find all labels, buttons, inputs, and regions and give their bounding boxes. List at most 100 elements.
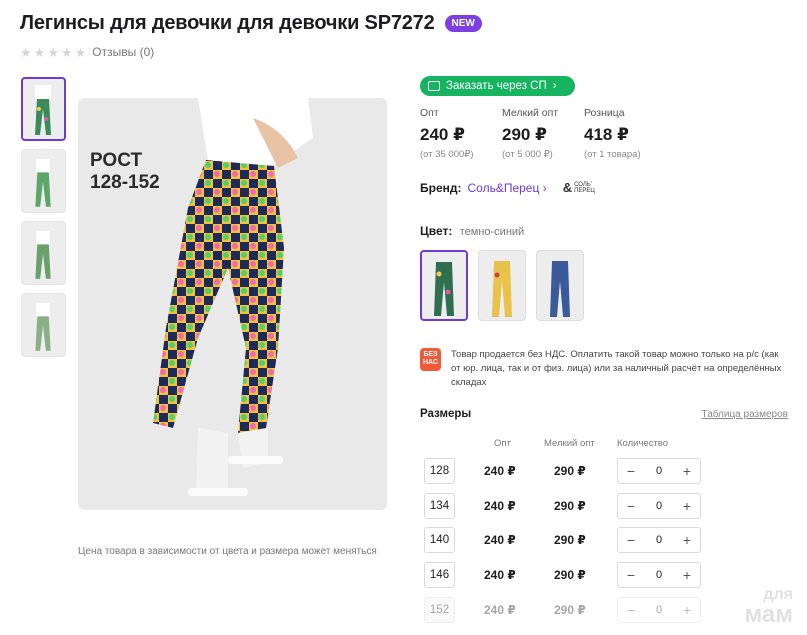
thumbnail-1[interactable] [21,77,66,141]
minus-button[interactable]: − [624,533,638,547]
vat-notice: БЕЗ НАС Товар продается без НДС. Оплатит… [420,348,790,390]
plus-button[interactable]: + [680,568,694,582]
color-swatch-3[interactable] [536,250,584,321]
minus-button[interactable]: − [624,464,638,478]
size-row: 128 240 ₽ 290 ₽ − 0 + [424,458,704,484]
small-opt-price: 290 ₽ [554,568,586,582]
quantity-value[interactable]: 0 [656,465,662,477]
order-sp-label: Заказать через СП [446,80,547,92]
size-row: 152 240 ₽ 290 ₽ − 0 + [424,597,704,623]
price-tier-condition: (от 1 товара) [584,149,641,160]
minus-button[interactable]: − [624,568,638,582]
price-tier: Розница 418 ₽ (от 1 товара) [584,107,666,160]
star-icon: ★ [47,44,59,60]
brand-row: Бренд: Соль&Перец › & СОЛЬ' ПЕРЕЦ [420,181,602,195]
plus-button[interactable]: + [680,499,694,513]
brand-label: Бренд: [420,181,462,195]
price-tier-value: 290 ₽ [502,125,547,144]
brand-logo-text: СОЛЬ' ПЕРЕЦ [574,182,595,194]
order-sp-button[interactable]: Заказать через СП › [420,76,575,96]
star-icon: ★ [20,44,32,60]
small-opt-price: 290 ₽ [554,603,586,617]
color-row: Цвет: темно-синий [420,224,524,238]
leggings-illustration [153,98,313,496]
small-opt-price: 290 ₽ [554,533,586,547]
brand-logo: & СОЛЬ' ПЕРЕЦ [562,180,602,195]
cart-icon [428,81,440,91]
size-row: 146 240 ₽ 290 ₽ − 0 + [424,562,704,588]
quantity-value[interactable]: 0 [656,534,662,546]
price-note: Цена товара в зависимости от цвета и раз… [78,546,377,557]
no-vat-icon: БЕЗ НАС [420,348,441,371]
minus-button: − [626,602,636,618]
opt-price: 240 ₽ [484,568,516,582]
quantity-stepper: − 0 + [617,458,701,484]
quantity-value: 0 [655,604,663,616]
quantity-value[interactable]: 0 [656,500,662,512]
title-row: Легинсы для девочки для девочки SP7272 N… [20,12,482,35]
star-icon: ★ [60,44,73,60]
size-label: 128 [424,458,455,484]
price-tier-value: 240 ₽ [420,125,465,144]
opt-price: 240 ₽ [484,533,516,547]
new-badge: NEW [444,15,482,32]
vat-notice-text: Товар продается без НДС. Оплатить такой … [451,349,782,388]
size-label: 134 [424,493,455,519]
plus-button[interactable]: + [680,464,694,478]
opt-price: 240 ₽ [484,464,516,478]
watermark: для мам [744,585,793,628]
quantity-stepper: − 0 + [617,527,701,553]
price-tier-label: Розница [584,107,625,119]
small-opt-price: 290 ₽ [554,464,586,478]
thumbnail-3[interactable] [21,221,66,285]
price-tier-condition: (от 5 000 ₽) [502,149,553,160]
column-header-small: Мелкий опт [544,438,595,449]
size-label: 140 [424,527,455,553]
price-tier-condition: (от 35 000₽) [420,149,474,160]
column-header-opt: Опт [494,438,511,449]
star-icon: ★ [33,44,46,60]
opt-price: 240 ₽ [484,499,516,513]
price-tier: Опт 240 ₽ (от 35 000₽) [420,107,502,160]
column-header-qty: Количество [617,438,669,449]
main-product-image[interactable]: РОСТ 128-152 [78,98,387,510]
size-row: 140 240 ₽ 290 ₽ − 0 + [424,527,704,553]
brand-link[interactable]: Соль&Перец › [468,181,547,195]
reviews-link[interactable]: Отзывы (0) [92,45,154,59]
color-value: темно-синий [459,226,525,238]
small-opt-price: 290 ₽ [554,499,586,513]
color-swatch-2[interactable] [478,250,526,321]
price-tier: Мелкий опт 290 ₽ (от 5 000 ₽) [502,107,584,160]
size-label: 146 [424,562,455,588]
chevron-right-icon: › [552,80,557,92]
quantity-stepper: − 0 + [617,493,701,519]
thumbnail-4[interactable] [21,293,66,357]
price-tiers: Опт 240 ₽ (от 35 000₽) Мелкий опт 290 ₽ … [420,107,666,160]
price-tier-label: Мелкий опт [502,107,559,119]
page-title: Легинсы для девочки для девочки SP7272 [20,12,435,34]
size-label: 152 [424,597,455,623]
quantity-stepper: − 0 + [617,562,701,588]
color-swatch-1[interactable] [420,250,468,321]
thumbnail-2[interactable] [21,149,66,213]
quantity-stepper: − 0 + [617,597,701,623]
minus-button[interactable]: − [624,499,638,513]
color-label: Цвет: [420,224,453,238]
plus-button[interactable]: + [680,533,694,547]
plus-button: + [682,602,692,618]
size-row: 134 240 ₽ 290 ₽ − 0 + [424,493,704,519]
rating-stars: ★ ★ ★ ★ ★ [20,46,86,59]
size-table-link[interactable]: Таблица размеров [702,409,788,420]
watermark-line-2: мам [744,601,793,628]
brand-name: Соль&Перец [467,181,540,195]
opt-price: 240 ₽ [484,603,516,617]
star-icon: ★ [74,44,87,60]
color-swatches [420,250,584,321]
price-tier-label: Опт [420,107,439,119]
rating-row: ★ ★ ★ ★ ★ Отзывы (0) [20,45,154,59]
price-tier-value: 418 ₽ [584,125,629,144]
ampersand-icon: & [562,180,573,195]
quantity-value[interactable]: 0 [656,569,662,581]
sizes-title: Размеры [420,408,472,420]
thumbnail-list [21,77,66,357]
